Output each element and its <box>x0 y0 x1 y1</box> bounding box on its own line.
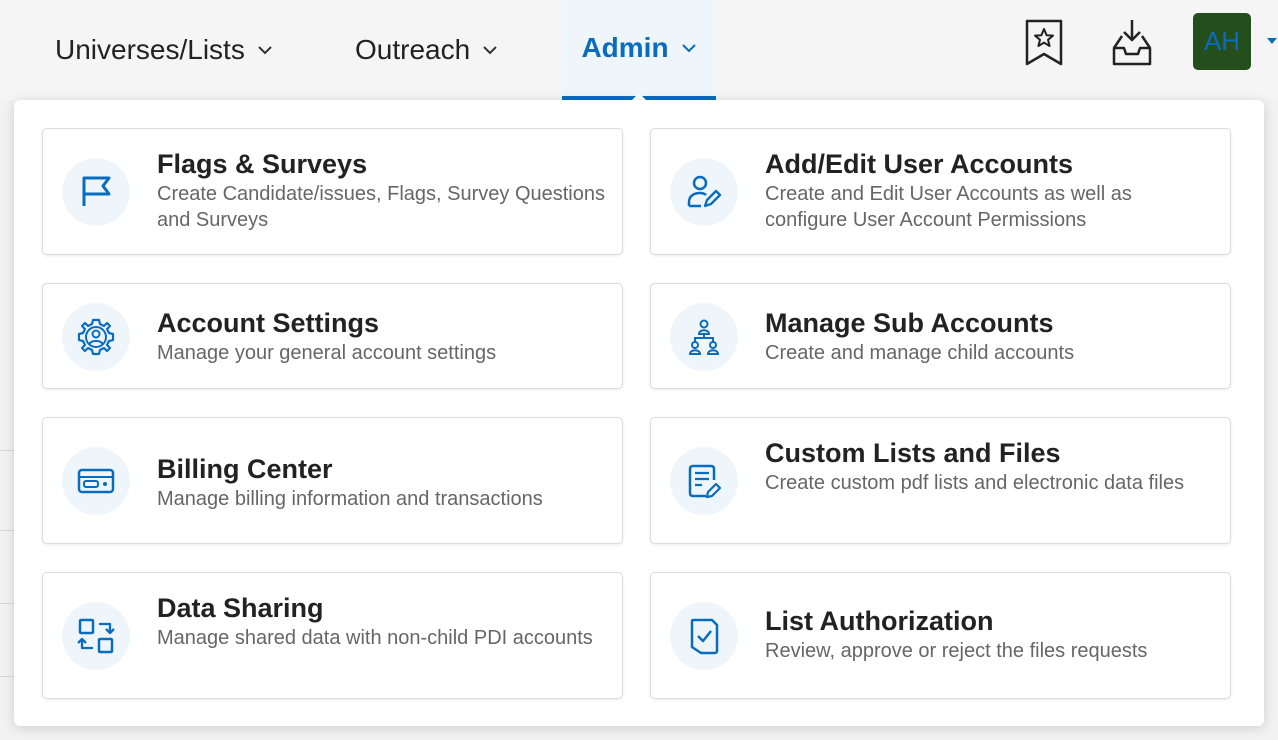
org-hierarchy-icon-circle <box>670 303 738 371</box>
user-avatar[interactable]: AH <box>1193 13 1251 70</box>
menu-card-billing-center[interactable]: Billing Center Manage billing informatio… <box>42 417 623 544</box>
checklist-icon-circle <box>670 602 738 670</box>
card-description: Review, approve or reject the files requ… <box>765 640 1148 662</box>
org-hierarchy-icon <box>688 319 720 355</box>
background-divider <box>0 530 14 531</box>
gear-user-icon <box>77 318 115 356</box>
card-description: Create and manage child accounts <box>765 342 1075 364</box>
user-edit-icon-circle <box>670 158 738 226</box>
menu-card-user-accounts[interactable]: Add/Edit User Accounts Create and Edit U… <box>650 128 1231 255</box>
card-title: Data Sharing <box>157 593 324 623</box>
nav-admin[interactable]: Admin <box>562 0 716 100</box>
menu-card-list-authorization[interactable]: List Authorization Review, approve or re… <box>650 572 1231 699</box>
user-edit-icon <box>687 175 722 208</box>
card-description: Create and Edit User Accounts as well as… <box>765 183 1132 231</box>
card-description: Manage your general account settings <box>157 342 497 364</box>
card-description: Manage billing information and transacti… <box>157 488 543 510</box>
document-edit-icon <box>688 464 722 499</box>
gear-user-icon-circle <box>62 303 130 371</box>
flag-icon-circle <box>62 158 130 226</box>
card-title: List Authorization <box>765 606 994 636</box>
background-divider <box>0 450 14 451</box>
credit-card-icon-circle <box>62 447 130 515</box>
chevron-down-icon <box>258 46 272 55</box>
nav-universes-lists-label: Universes/Lists <box>55 34 245 65</box>
card-description: Create Candidate/issues, Flags, Survey Q… <box>157 183 605 231</box>
card-title: Billing Center <box>157 454 333 484</box>
share-transfer-icon <box>77 618 115 654</box>
card-description: Create custom pdf lists and electronic d… <box>765 472 1185 494</box>
avatar-initials: AH <box>1203 26 1241 56</box>
top-navigation: Universes/Lists Outreach Admin AH <box>0 0 1278 100</box>
menu-card-flags-surveys[interactable]: Flags & Surveys Create Candidate/issues,… <box>42 128 623 255</box>
chevron-down-icon <box>681 44 696 53</box>
card-title: Account Settings <box>157 308 380 338</box>
document-edit-icon-circle <box>670 447 738 515</box>
menu-card-account-settings[interactable]: Account Settings Manage your general acc… <box>42 283 623 389</box>
card-description: Manage shared data with non-child PDI ac… <box>157 627 593 649</box>
checklist-icon <box>690 618 719 655</box>
nav-admin-label: Admin <box>581 32 669 63</box>
menu-card-data-sharing[interactable]: Data Sharing Manage shared data with non… <box>42 572 623 699</box>
nav-outreach[interactable]: Outreach <box>355 0 498 100</box>
share-transfer-icon-circle <box>62 602 130 670</box>
flag-icon <box>82 176 111 206</box>
admin-dropdown-menu: Flags & Surveys Create Candidate/issues,… <box>14 100 1264 726</box>
caret-down-icon[interactable] <box>1266 36 1278 46</box>
bookmark-star-icon[interactable] <box>1022 18 1066 68</box>
nav-outreach-label: Outreach <box>355 34 471 65</box>
nav-universes-lists[interactable]: Universes/Lists <box>55 0 273 100</box>
download-tray-icon[interactable] <box>1110 18 1154 68</box>
card-title: Manage Sub Accounts <box>765 308 1054 338</box>
background-divider <box>0 603 14 604</box>
card-title: Custom Lists and Files <box>765 438 1061 468</box>
card-title: Flags & Surveys <box>157 149 368 179</box>
chevron-down-icon <box>483 46 497 55</box>
credit-card-icon <box>77 468 115 494</box>
card-title: Add/Edit User Accounts <box>765 149 1074 179</box>
menu-card-sub-accounts[interactable]: Manage Sub Accounts Create and manage ch… <box>650 283 1231 389</box>
background-divider <box>0 676 14 677</box>
menu-card-custom-lists-files[interactable]: Custom Lists and Files Create custom pdf… <box>650 417 1231 544</box>
active-indicator-notch <box>632 93 646 100</box>
